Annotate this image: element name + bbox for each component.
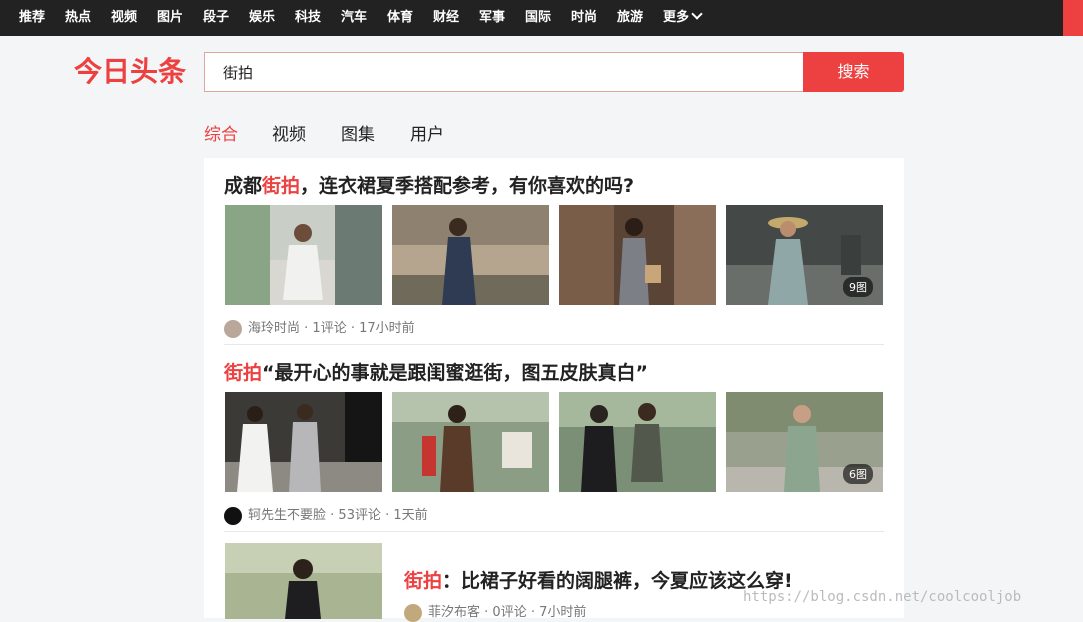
thumbnail-graphic bbox=[392, 205, 549, 305]
thumbnail-graphic bbox=[225, 543, 382, 619]
thumbnail-graphic bbox=[225, 205, 382, 305]
watermark: https://blog.csdn.net/coolcooljob bbox=[743, 589, 1022, 605]
comment-count[interactable]: 1评论 bbox=[312, 321, 346, 336]
thumbnail-image[interactable] bbox=[225, 543, 382, 619]
title-suffix: ：比裙子好看的阔腿裤，今夏应该这么穿! bbox=[442, 570, 793, 592]
user-tab[interactable] bbox=[1063, 0, 1083, 36]
nav-item-fashion[interactable]: 时尚 bbox=[571, 0, 597, 36]
title-suffix: ，连衣裙夏季搭配参考，有你喜欢的吗? bbox=[300, 175, 635, 197]
tab-comprehensive[interactable]: 综合 bbox=[204, 120, 238, 145]
chevron-down-icon bbox=[691, 8, 703, 20]
meta-separator: · bbox=[326, 508, 339, 523]
thumbnail-image[interactable]: 9图 bbox=[726, 205, 883, 305]
title-keyword: 街拍 bbox=[224, 362, 263, 384]
image-count-badge: 9图 bbox=[843, 277, 873, 297]
result-title[interactable]: 街拍：比裙子好看的阔腿裤，今夏应该这么穿! bbox=[404, 566, 793, 593]
nav-item-travel[interactable]: 旅游 bbox=[617, 0, 643, 36]
meta-separator: · bbox=[300, 321, 313, 336]
image-count-badge: 6图 bbox=[843, 464, 873, 484]
nav-item-recommend[interactable]: 推荐 bbox=[19, 0, 45, 36]
result-title[interactable]: 街拍“最开心的事就是跟闺蜜逛街，图五皮肤真白” bbox=[224, 358, 648, 385]
nav-item-finance[interactable]: 财经 bbox=[433, 0, 459, 36]
tab-video[interactable]: 视频 bbox=[272, 120, 306, 145]
nav-item-cars[interactable]: 汽车 bbox=[341, 0, 367, 36]
thumbnail-graphic bbox=[225, 392, 382, 492]
meta-separator: · bbox=[380, 508, 394, 523]
title-keyword: 街拍 bbox=[404, 570, 443, 592]
divider bbox=[224, 531, 884, 532]
nav-item-hot[interactable]: 热点 bbox=[65, 0, 91, 36]
thumbnail-image[interactable] bbox=[559, 392, 716, 492]
nav-item-jokes[interactable]: 段子 bbox=[203, 0, 229, 36]
avatar[interactable] bbox=[224, 319, 242, 338]
title-prefix: 成都 bbox=[224, 175, 263, 197]
thumbnail-image[interactable] bbox=[559, 205, 716, 305]
nav-item-international[interactable]: 国际 bbox=[525, 0, 551, 36]
search-box bbox=[204, 52, 803, 92]
thumbnail-graphic bbox=[559, 392, 716, 492]
result-meta: 海玲时尚 · 1评论 · 17小时前 bbox=[224, 317, 415, 338]
nav-item-sports[interactable]: 体育 bbox=[387, 0, 413, 36]
nav-item-entertainment[interactable]: 娱乐 bbox=[249, 0, 275, 36]
comment-count[interactable]: 53评论 bbox=[338, 508, 381, 523]
author-name[interactable]: 海玲时尚 bbox=[248, 321, 300, 336]
thumbnail-image[interactable] bbox=[225, 392, 382, 492]
result-title[interactable]: 成都街拍，连衣裙夏季搭配参考，有你喜欢的吗? bbox=[224, 171, 634, 198]
nav-item-military[interactable]: 军事 bbox=[479, 0, 505, 36]
search-input[interactable] bbox=[221, 53, 785, 91]
tab-users[interactable]: 用户 bbox=[410, 120, 444, 145]
publish-time: 1天前 bbox=[393, 508, 428, 523]
thumbnail-image[interactable] bbox=[392, 392, 549, 492]
thumbnail-image[interactable] bbox=[392, 205, 549, 305]
result-images: 6图 bbox=[224, 392, 884, 492]
title-keyword: 街拍 bbox=[262, 175, 301, 197]
title-suffix: “最开心的事就是跟闺蜜逛街，图五皮肤真白” bbox=[262, 362, 648, 384]
thumbnail-image[interactable] bbox=[225, 205, 382, 305]
tab-gallery[interactable]: 图集 bbox=[341, 120, 375, 145]
avatar[interactable] bbox=[224, 506, 242, 525]
result-images: 9图 bbox=[224, 205, 884, 305]
thumbnail-graphic bbox=[559, 205, 716, 305]
thumbnail-image[interactable]: 6图 bbox=[726, 392, 883, 492]
result-meta: 轲先生不要脸 · 53评论 · 1天前 bbox=[224, 504, 428, 525]
thumbnail-graphic bbox=[392, 392, 549, 492]
result-meta: 菲汐布客 · 0评论 · 7小时前 bbox=[404, 601, 586, 622]
results-list: 成都街拍，连衣裙夏季搭配参考，有你喜欢的吗? 9图 海玲时尚 · 1评论 · 1… bbox=[204, 158, 904, 622]
author-name[interactable]: 轲先生不要脸 bbox=[248, 508, 326, 523]
nav-item-more[interactable]: 更多 bbox=[663, 0, 703, 36]
meta-separator: · bbox=[346, 321, 360, 336]
nav-item-images[interactable]: 图片 bbox=[157, 0, 183, 36]
nav-item-video[interactable]: 视频 bbox=[111, 0, 137, 36]
top-nav-bar: 推荐 热点 视频 图片 段子 娱乐 科技 汽车 体育 财经 军事 国际 时尚 旅… bbox=[0, 0, 1083, 36]
logo[interactable]: 今日头条 bbox=[74, 52, 186, 92]
publish-time: 17小时前 bbox=[359, 321, 415, 336]
nav-more-label: 更多 bbox=[663, 10, 690, 25]
divider bbox=[224, 344, 884, 345]
avatar[interactable] bbox=[404, 603, 422, 622]
nav-item-tech[interactable]: 科技 bbox=[295, 0, 321, 36]
search-button[interactable]: 搜索 bbox=[803, 52, 904, 92]
